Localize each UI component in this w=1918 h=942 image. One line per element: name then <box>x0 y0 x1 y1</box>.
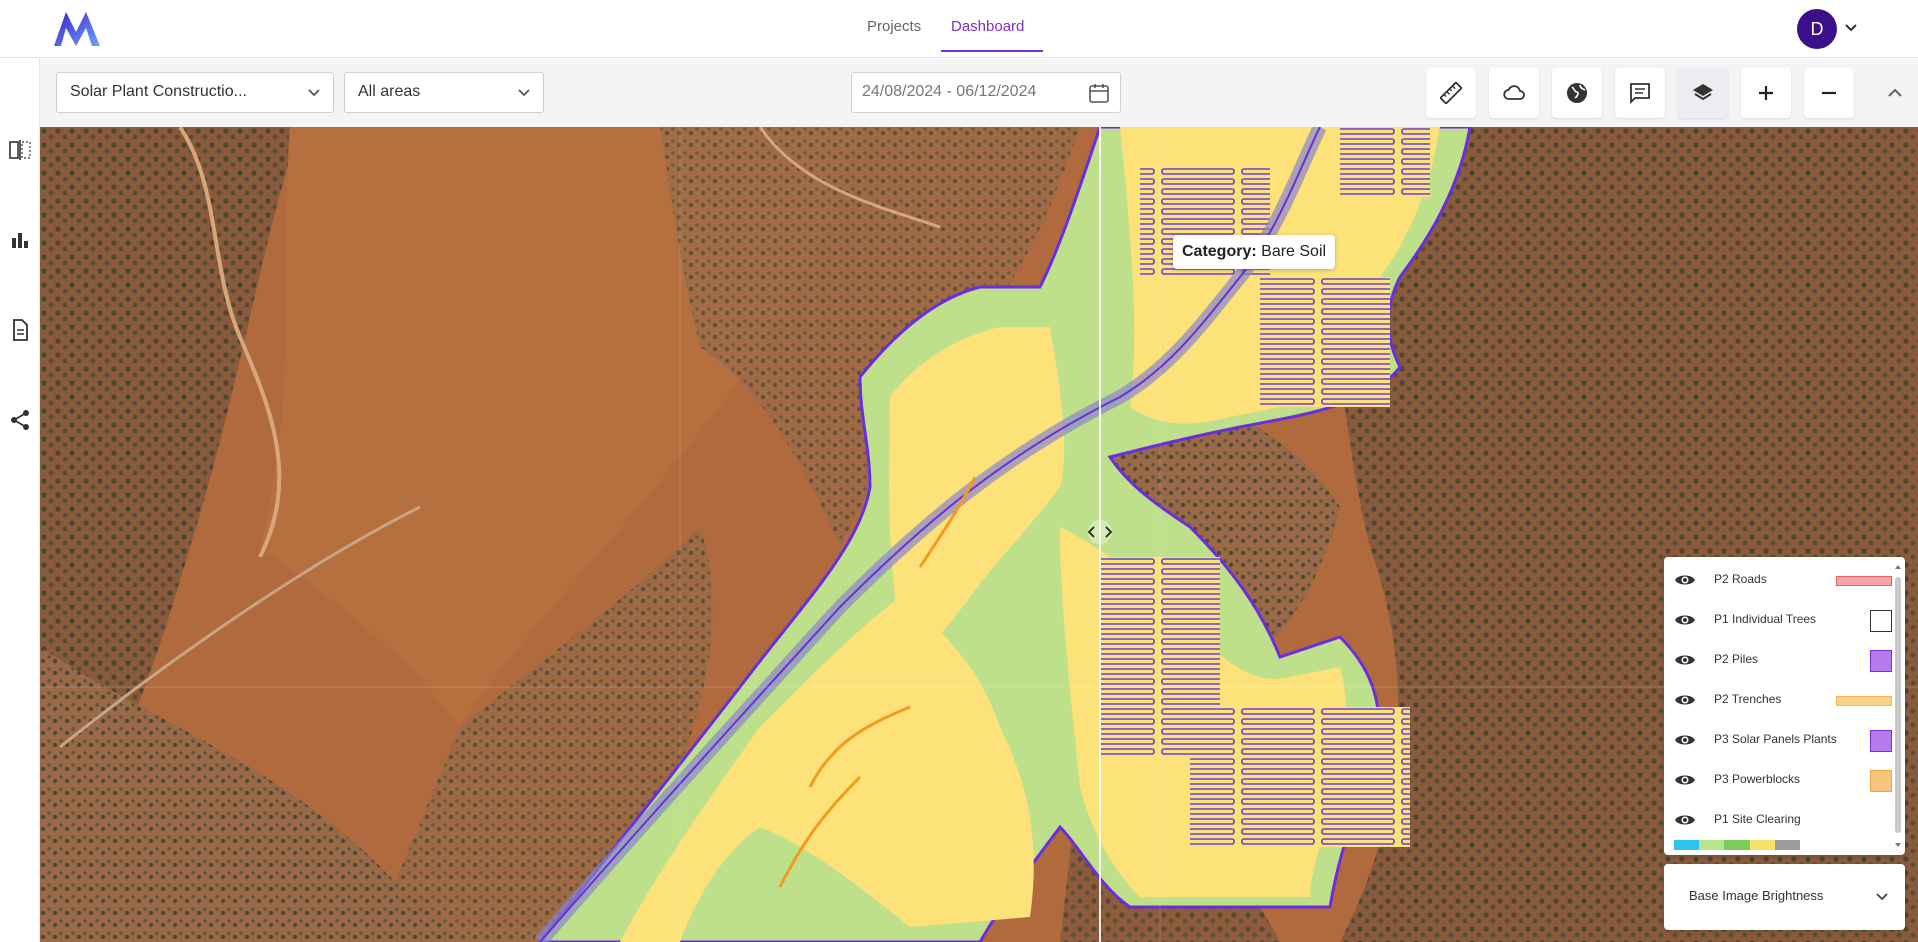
base-image-brightness-dropdown[interactable]: Base Image Brightness <box>1664 864 1905 930</box>
eye-icon[interactable] <box>1674 611 1696 629</box>
layers-button[interactable] <box>1678 68 1728 118</box>
brightness-label: Base Image Brightness <box>1689 888 1824 903</box>
zoom-in-button[interactable] <box>1741 68 1791 118</box>
globe-button[interactable] <box>1552 68 1602 118</box>
active-tab-indicator <box>941 50 1043 52</box>
calendar-icon[interactable] <box>1088 82 1110 104</box>
legend-scrollbar[interactable] <box>1894 563 1902 849</box>
ramp-segment <box>1674 840 1700 850</box>
chevron-down-icon[interactable] <box>1842 19 1860 37</box>
zoom-out-icon <box>1822 91 1836 95</box>
legend-label: P3 Solar Panels Plants <box>1714 732 1837 746</box>
ramp-segment <box>1724 840 1750 850</box>
legend-label: P2 Trenches <box>1714 692 1782 706</box>
legend-item-p2-roads[interactable]: P2 Roads <box>1674 568 1892 592</box>
layers-icon <box>1693 84 1713 101</box>
report-icon[interactable] <box>8 318 32 342</box>
globe-icon <box>1567 83 1587 103</box>
bar-chart-icon[interactable] <box>8 228 32 252</box>
legend-item-p3-powerblocks[interactable]: P3 Powerblocks <box>1674 768 1892 792</box>
legend-label: P1 Site Clearing <box>1714 812 1801 826</box>
layer-legend: P2 Roads P1 Individual Trees P2 Piles P2… <box>1664 557 1905 855</box>
left-sidebar <box>0 58 40 942</box>
area-select-value: All areas <box>358 83 421 100</box>
ruler-icon <box>1439 81 1463 105</box>
comments-button[interactable] <box>1615 68 1665 118</box>
map-canvas[interactable]: Category: Bare Soil <box>40 127 1918 942</box>
date-range-value: 24/08/2024 - 06/12/2024 <box>862 83 1037 100</box>
project-select-value: Solar Plant Constructio... <box>70 83 247 100</box>
tooltip-value: Bare Soil <box>1261 243 1327 260</box>
legend-label: P2 Piles <box>1714 652 1759 666</box>
zoom-out-button[interactable] <box>1804 68 1854 118</box>
share-icon[interactable] <box>8 408 32 432</box>
scroll-down-icon[interactable] <box>1894 841 1902 849</box>
eye-icon[interactable] <box>1674 651 1696 669</box>
chevron-up-icon <box>1888 88 1902 97</box>
legend-label: P3 Powerblocks <box>1714 772 1801 786</box>
chevron-down-icon <box>518 89 530 97</box>
avatar[interactable]: D <box>1797 9 1837 49</box>
legend-swatch <box>1870 610 1892 632</box>
map-toolbar: Solar Plant Constructio... All areas 24/… <box>40 59 1918 127</box>
cloud-icon <box>1503 85 1525 100</box>
legend-swatch <box>1836 576 1892 586</box>
top-bar: Projects Dashboard D <box>0 0 1918 58</box>
legend-swatch <box>1870 770 1892 792</box>
eye-icon[interactable] <box>1674 811 1696 829</box>
area-select[interactable]: All areas <box>344 72 544 113</box>
compare-view-icon[interactable] <box>8 138 32 162</box>
date-range-input[interactable]: 24/08/2024 - 06/12/2024 <box>851 72 1121 113</box>
scrollbar-thumb[interactable] <box>1895 577 1901 833</box>
tooltip-label: Category: <box>1182 243 1257 260</box>
map-tooltip: Category: Bare Soil <box>1173 235 1336 269</box>
ramp-segment <box>1699 840 1725 850</box>
ramp-segment <box>1749 840 1775 850</box>
legend-item-p3-solar-panels-plants[interactable]: P3 Solar Panels Plants <box>1674 728 1892 752</box>
legend-item-p1-site-clearing[interactable]: P1 Site Clearing <box>1674 808 1874 832</box>
eye-icon[interactable] <box>1674 571 1696 589</box>
satellite-imagery <box>40 127 1918 942</box>
legend-swatch <box>1836 696 1892 706</box>
measure-button[interactable] <box>1426 68 1476 118</box>
swipe-handle[interactable] <box>1080 520 1120 544</box>
legend-item-p1-individual-trees[interactable]: P1 Individual Trees <box>1674 608 1892 632</box>
main-nav: Projects Dashboard <box>0 0 1918 58</box>
ramp-segment <box>1774 840 1801 850</box>
chevron-down-icon <box>1876 893 1888 901</box>
legend-swatch <box>1870 730 1892 752</box>
collapse-toolbar-button[interactable] <box>1873 71 1917 115</box>
project-select[interactable]: Solar Plant Constructio... <box>56 72 334 113</box>
site-clearing-color-ramp <box>1674 840 1801 850</box>
tab-dashboard[interactable]: Dashboard <box>951 18 1024 35</box>
weather-button[interactable] <box>1489 68 1539 118</box>
eye-icon[interactable] <box>1674 771 1696 789</box>
eye-icon[interactable] <box>1674 691 1696 709</box>
legend-label: P1 Individual Trees <box>1714 612 1817 626</box>
legend-label: P2 Roads <box>1714 572 1767 586</box>
chevron-down-icon <box>308 89 320 97</box>
legend-swatch <box>1870 650 1892 672</box>
comment-icon <box>1630 83 1650 105</box>
tab-projects[interactable]: Projects <box>867 18 921 35</box>
scroll-up-icon[interactable] <box>1894 563 1902 571</box>
zoom-in-icon <box>1759 86 1773 100</box>
legend-item-p2-piles[interactable]: P2 Piles <box>1674 648 1892 672</box>
legend-item-p2-trenches[interactable]: P2 Trenches <box>1674 688 1892 712</box>
eye-icon[interactable] <box>1674 731 1696 749</box>
